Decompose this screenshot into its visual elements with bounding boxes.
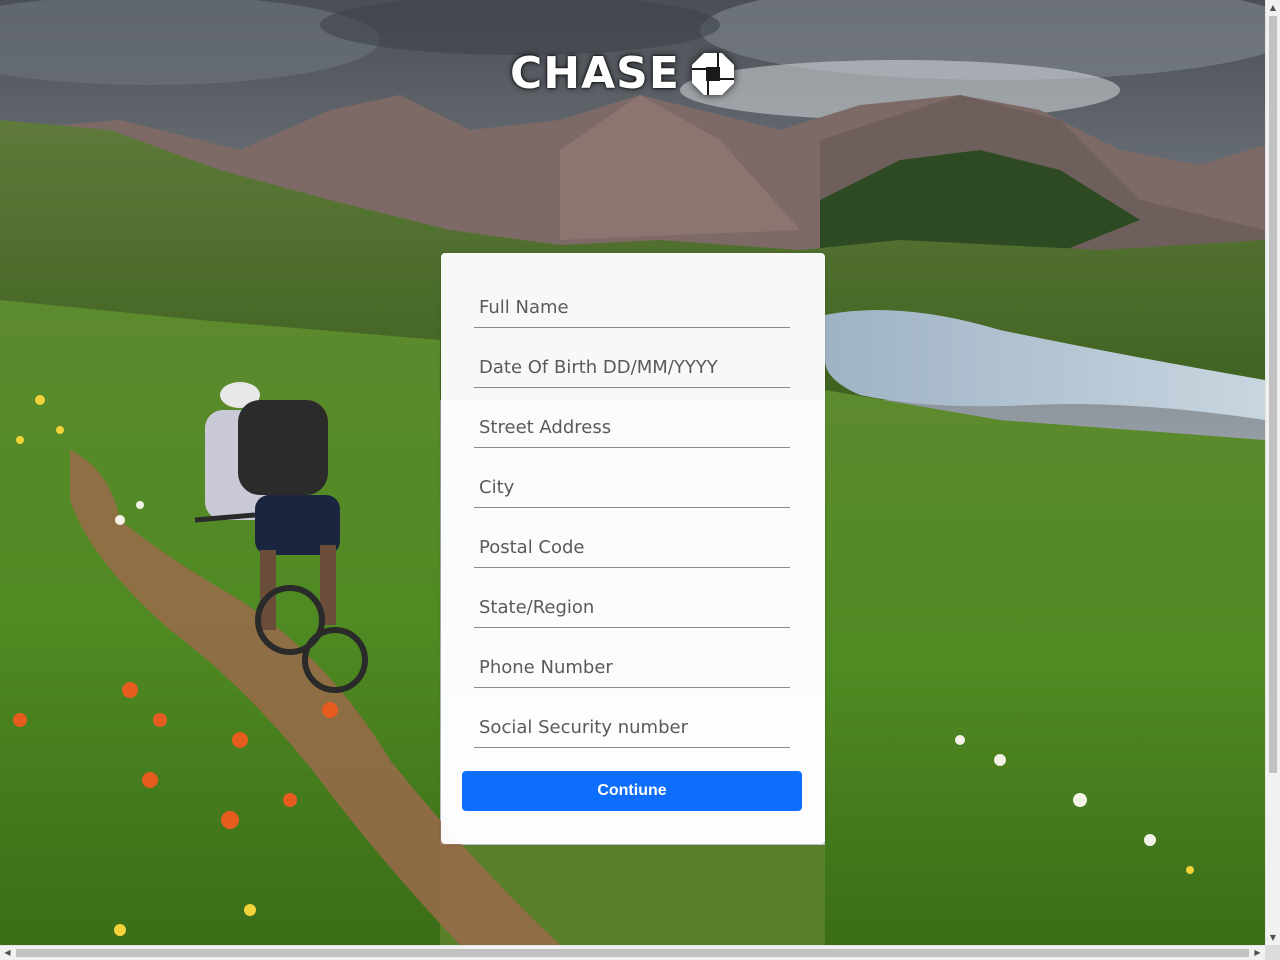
postal-code-input[interactable] bbox=[474, 528, 790, 568]
vertical-scrollbar[interactable]: ▲ ▼ bbox=[1265, 0, 1280, 945]
chase-octagon-icon bbox=[691, 53, 734, 95]
street-address-input[interactable] bbox=[474, 408, 790, 448]
state-region-input[interactable] bbox=[474, 588, 790, 628]
social-security-number-input[interactable] bbox=[474, 708, 790, 748]
chase-logo: CHASE bbox=[510, 50, 736, 98]
scrollbar-corner bbox=[1265, 945, 1280, 960]
date-of-birth-input[interactable] bbox=[474, 348, 790, 388]
horizontal-scroll-thumb[interactable] bbox=[16, 949, 1249, 957]
arrow-down-icon[interactable]: ▼ bbox=[1266, 930, 1280, 945]
brand-name: CHASE bbox=[510, 48, 680, 99]
horizontal-scrollbar[interactable]: ◀ ▶ bbox=[0, 945, 1265, 960]
vertical-scroll-thumb[interactable] bbox=[1269, 16, 1277, 773]
page-viewport: CHASE Contiune bbox=[0, 0, 1265, 945]
phone-number-input[interactable] bbox=[474, 648, 790, 688]
arrow-left-icon[interactable]: ◀ bbox=[0, 946, 15, 960]
city-input[interactable] bbox=[474, 468, 790, 508]
full-name-input[interactable] bbox=[474, 288, 790, 328]
arrow-right-icon[interactable]: ▶ bbox=[1250, 946, 1265, 960]
verification-form-card: Contiune bbox=[441, 253, 825, 844]
arrow-up-icon[interactable]: ▲ bbox=[1266, 0, 1280, 15]
continue-button[interactable]: Contiune bbox=[462, 771, 802, 811]
